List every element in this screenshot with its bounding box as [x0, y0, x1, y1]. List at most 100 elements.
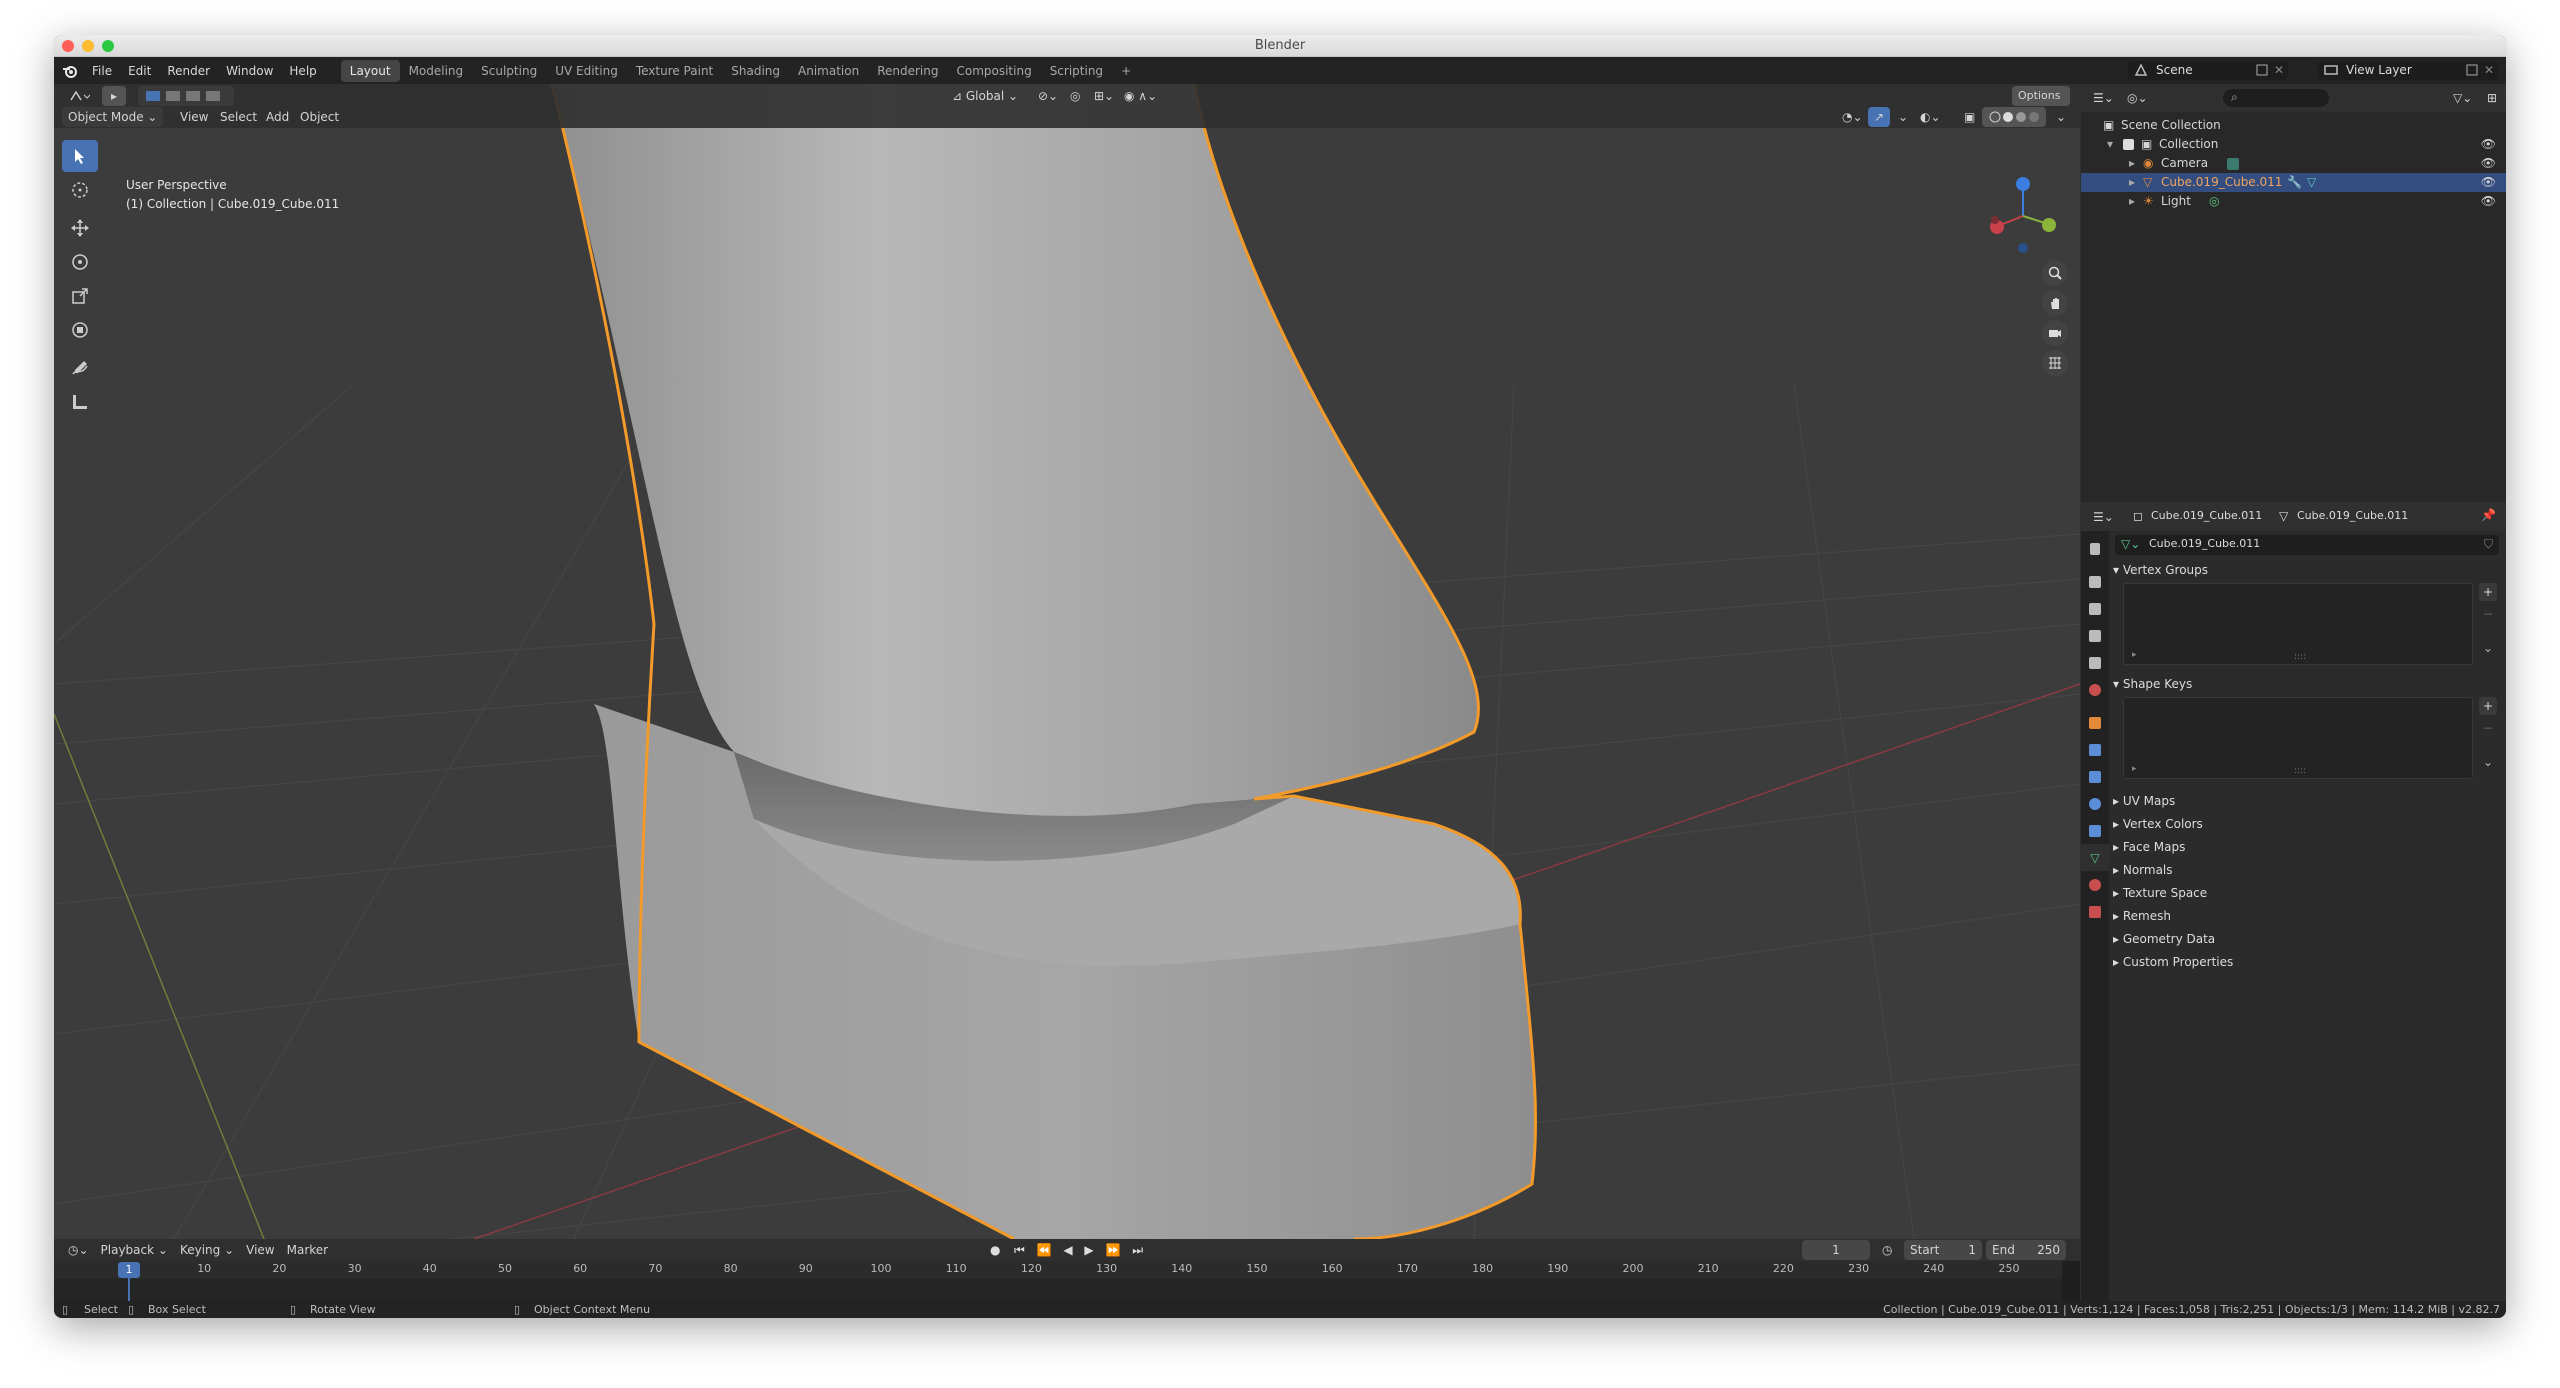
overlays-icon[interactable]: ◐⌄: [1914, 107, 1947, 127]
checkbox-icon[interactable]: [2123, 139, 2134, 150]
visibility-icon[interactable]: ◔⌄: [1836, 107, 1869, 127]
panel-geometry-data[interactable]: ▸ Geometry Data: [2113, 928, 2501, 950]
new-scene-icon[interactable]: [2256, 64, 2268, 76]
pan-hand-icon[interactable]: [2042, 290, 2068, 316]
physics-tab-icon[interactable]: [2081, 790, 2109, 817]
new-collection-icon[interactable]: ⊞: [2481, 88, 2503, 108]
annotate-tool[interactable]: [62, 352, 98, 384]
options-dropdown[interactable]: Options ⌄: [2012, 86, 2070, 122]
display-mode-icon[interactable]: ◎⌄: [2121, 88, 2154, 108]
add-workspace-button[interactable]: +: [1112, 60, 1140, 82]
eye-icon[interactable]: 👁: [2481, 154, 2496, 173]
timeline-menu-view[interactable]: View: [240, 1240, 280, 1260]
gizmo-dropdown-icon[interactable]: ⌄: [1892, 107, 1914, 127]
tab-animation[interactable]: Animation: [789, 60, 868, 82]
delete-scene-icon[interactable]: ✕: [2274, 63, 2284, 77]
list-resize-handle[interactable]: ::::: [2294, 652, 2306, 662]
menu-window[interactable]: Window: [218, 64, 281, 78]
expand-icon[interactable]: ▾: [2107, 135, 2113, 154]
transform-tool[interactable]: [62, 314, 98, 346]
modifier-wrench-icon[interactable]: 🔧: [2287, 173, 2302, 192]
move-tool[interactable]: [62, 212, 98, 244]
tab-uv-editing[interactable]: UV Editing: [546, 60, 627, 82]
selection-mode-icons[interactable]: [138, 86, 234, 106]
rotate-tool[interactable]: [62, 246, 98, 278]
remove-shape-key-button[interactable]: −: [2479, 719, 2497, 737]
select-box-tool[interactable]: [62, 140, 98, 172]
panel-vertex-groups[interactable]: ▾ Vertex Groups: [2113, 559, 2501, 581]
tab-rendering[interactable]: Rendering: [868, 60, 947, 82]
panel-shape-keys[interactable]: ▾ Shape Keys: [2113, 673, 2501, 695]
tool-tab-icon[interactable]: [2081, 535, 2109, 562]
3d-viewport[interactable]: ▸ Object Mode ⌄ View Select Add Object ⊿…: [54, 84, 2080, 1239]
mesh-data-tab-icon[interactable]: ▽: [2081, 844, 2109, 871]
output-tab-icon[interactable]: [2081, 595, 2109, 622]
texture-tab-icon[interactable]: [2081, 898, 2109, 925]
menu-help[interactable]: Help: [281, 64, 324, 78]
eye-icon[interactable]: 👁: [2481, 192, 2496, 211]
start-frame-field[interactable]: Start 1: [1904, 1240, 1982, 1260]
transform-orientation-dropdown[interactable]: ⊿ Global ⌄: [946, 86, 1025, 106]
modifier-tab-icon[interactable]: [2081, 736, 2109, 763]
timeline-menu-playback[interactable]: Playback ⌄: [95, 1240, 174, 1260]
new-view-layer-icon[interactable]: [2466, 64, 2478, 76]
world-tab-icon[interactable]: [2081, 676, 2109, 703]
expand-icon[interactable]: ▸: [2129, 173, 2135, 192]
cursor-tool[interactable]: [62, 174, 98, 206]
viewport-menu-select[interactable]: Select: [214, 107, 263, 127]
blender-logo-icon[interactable]: [54, 64, 84, 78]
pivot-icon[interactable]: ⊘⌄: [1032, 86, 1064, 106]
xray-icon[interactable]: ▣: [1958, 107, 1981, 127]
panel-face-maps[interactable]: ▸ Face Maps: [2113, 836, 2501, 858]
frame-ruler[interactable]: 10 20 30 40 50 60 70 80 90 100 110 120 130 140 150 160 1…: [54, 1261, 2080, 1279]
outliner-row-light[interactable]: ▸ ☀ Light ◎ 👁: [2081, 192, 2506, 211]
scene-tab-icon[interactable]: [2081, 649, 2109, 676]
selected-mesh[interactable]: [550, 84, 1538, 1239]
panel-vertex-colors[interactable]: ▸ Vertex Colors: [2113, 813, 2501, 835]
tab-layout[interactable]: Layout: [340, 59, 400, 82]
tab-modeling[interactable]: Modeling: [400, 60, 473, 82]
editor-type-icon[interactable]: [62, 86, 96, 106]
minimize-window-button[interactable]: [82, 40, 94, 52]
zoom-icon[interactable]: [2042, 260, 2068, 286]
menu-render[interactable]: Render: [159, 64, 218, 78]
gizmo-toggle-icon[interactable]: ↗: [1868, 107, 1891, 127]
list-expand-icon[interactable]: ▸: [2132, 764, 2137, 774]
measure-tool[interactable]: [62, 386, 98, 418]
panel-custom-properties[interactable]: ▸ Custom Properties: [2113, 951, 2501, 973]
add-shape-key-button[interactable]: +: [2479, 697, 2497, 715]
menu-edit[interactable]: Edit: [120, 64, 159, 78]
panel-uv-maps[interactable]: ▸ UV Maps: [2113, 790, 2501, 812]
view-layer-selector[interactable]: View Layer ✕: [2318, 61, 2498, 80]
scale-tool[interactable]: [62, 280, 98, 312]
timeline[interactable]: ◷⌄ Playback ⌄ Keying ⌄ View Marker ● ⏮ ⏪…: [54, 1239, 2080, 1301]
vertex-group-specials-button[interactable]: ⌄: [2479, 639, 2497, 657]
viewport-scene[interactable]: [54, 84, 2080, 1239]
current-frame-field[interactable]: 1: [1802, 1240, 1870, 1260]
panel-normals[interactable]: ▸ Normals: [2113, 859, 2501, 881]
gizmo-y-axis[interactable]: [2042, 218, 2056, 232]
fake-user-icon[interactable]: ⛉: [2484, 537, 2493, 552]
outliner-row-scene-collection[interactable]: ▣ Scene Collection: [2081, 116, 2506, 135]
properties-editor[interactable]: ☰⌄ ◻ Cube.019_Cube.011 ▽ Cube.019_Cube.0…: [2081, 503, 2506, 1301]
render-tab-icon[interactable]: [2081, 568, 2109, 595]
expand-icon[interactable]: ▸: [2129, 154, 2135, 173]
timeline-frames-area[interactable]: 10 20 30 40 50 60 70 80 90 100 110 120 130 140 150 160 1…: [54, 1261, 2080, 1301]
clock-icon[interactable]: ◷⌄: [62, 1240, 95, 1260]
list-resize-handle[interactable]: ::::: [2294, 766, 2306, 776]
menu-file[interactable]: File: [84, 64, 120, 78]
list-expand-icon[interactable]: ▸: [2132, 650, 2137, 660]
mesh-data-icon[interactable]: ▽: [2307, 173, 2316, 192]
playhead[interactable]: 1: [118, 1262, 140, 1278]
shading-modes-icon[interactable]: [1982, 107, 2046, 127]
playback-controls[interactable]: ⏮ ⏪ ◀ ▶ ⏩ ⏭: [1008, 1240, 1153, 1260]
record-icon[interactable]: ●: [984, 1240, 1006, 1260]
select-tool-icon[interactable]: ▸: [102, 86, 126, 106]
shape-key-specials-button[interactable]: ⌄: [2479, 753, 2497, 771]
panel-remesh[interactable]: ▸ Remesh: [2113, 905, 2501, 927]
constraints-tab-icon[interactable]: [2081, 817, 2109, 844]
material-tab-icon[interactable]: [2081, 871, 2109, 898]
outliner[interactable]: ☰⌄ ◎⌄ ⌕ ▽⌄ ⊞ ▣ Scene Collection ▾ ▣ Coll…: [2081, 84, 2506, 502]
close-window-button[interactable]: [62, 40, 74, 52]
remove-vertex-group-button[interactable]: −: [2479, 605, 2497, 623]
